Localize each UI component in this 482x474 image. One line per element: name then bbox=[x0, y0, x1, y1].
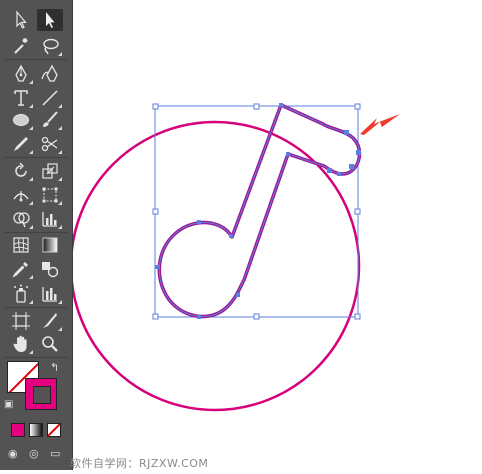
blend-tool[interactable] bbox=[37, 258, 63, 280]
magic-wand-tool[interactable] bbox=[8, 35, 34, 57]
scale-tool[interactable] bbox=[37, 160, 63, 182]
symbol-sprayer-tool[interactable] bbox=[8, 283, 34, 305]
hand-tool[interactable] bbox=[8, 333, 34, 355]
watermark-text: 软件自学网：RJZXW.COM bbox=[70, 457, 209, 470]
zoom-magnifier-icon bbox=[42, 336, 58, 352]
swap-fill-stroke-icon[interactable]: ↰ bbox=[50, 362, 59, 373]
artboard-icon bbox=[12, 312, 30, 330]
hand-icon bbox=[13, 335, 27, 352]
selection-arrow-icon bbox=[16, 10, 27, 29]
lasso-icon bbox=[43, 38, 59, 55]
music-note-path[interactable] bbox=[157, 103, 362, 319]
column-graph-icon bbox=[42, 287, 57, 302]
ellipse-tool[interactable] bbox=[8, 109, 34, 131]
artboard-tool[interactable] bbox=[8, 310, 34, 332]
direct-selection-arrow-icon bbox=[46, 12, 55, 28]
music-note-path-selection bbox=[158, 104, 360, 318]
paintbrush-icon bbox=[43, 111, 58, 127]
line-segment-tool[interactable] bbox=[37, 87, 63, 109]
selection-bounding-box bbox=[154, 105, 359, 318]
direct-selection-tool[interactable] bbox=[37, 9, 63, 31]
curvature-tool[interactable] bbox=[37, 63, 63, 85]
slice-tool[interactable] bbox=[37, 310, 63, 332]
line-segment-icon bbox=[42, 90, 58, 106]
scale-icon bbox=[42, 163, 58, 179]
type-tool[interactable] bbox=[8, 87, 34, 109]
shape-builder-icon bbox=[13, 212, 30, 228]
color-mode-button[interactable] bbox=[11, 423, 25, 437]
bounding-box-handles[interactable] bbox=[152, 103, 361, 320]
free-transform-tool[interactable] bbox=[37, 184, 63, 206]
mesh-tool[interactable] bbox=[8, 234, 34, 256]
column-graph-tool[interactable] bbox=[37, 283, 63, 305]
ellipse-icon bbox=[13, 114, 29, 126]
pencil-tool[interactable] bbox=[8, 133, 34, 155]
artwork-svg bbox=[69, 103, 400, 412]
lasso-tool[interactable] bbox=[37, 35, 63, 57]
pen-nib-icon bbox=[15, 64, 27, 82]
blend-icon bbox=[42, 262, 59, 278]
eyedropper-icon bbox=[12, 262, 28, 278]
paintbrush-tool[interactable] bbox=[37, 109, 63, 131]
symbol-sprayer-icon bbox=[14, 284, 28, 303]
type-t-icon bbox=[14, 90, 28, 106]
tools-panel: ↰ ▣ ◉ ◎ ▭ bbox=[0, 0, 73, 470]
gradient-tool[interactable] bbox=[37, 234, 63, 256]
gradient-icon bbox=[42, 237, 58, 253]
anchor-points[interactable] bbox=[155, 103, 361, 319]
scissors-icon bbox=[41, 136, 58, 152]
curvature-pen-icon bbox=[41, 64, 58, 82]
mesh-icon bbox=[13, 237, 29, 253]
eyedropper-tool[interactable] bbox=[8, 258, 34, 280]
rotate-tool[interactable] bbox=[8, 160, 34, 182]
width-tool[interactable] bbox=[8, 184, 34, 206]
selection-tool[interactable] bbox=[8, 9, 34, 31]
perspective-grid-icon bbox=[42, 212, 57, 227]
graph-tool[interactable] bbox=[37, 208, 63, 230]
pencil-icon bbox=[14, 137, 28, 151]
gradient-mode-button[interactable] bbox=[29, 423, 43, 437]
magic-wand-icon bbox=[14, 38, 28, 54]
shape-builder-tool[interactable] bbox=[8, 208, 34, 230]
red-pointer-arrow bbox=[360, 114, 400, 135]
scissors-tool[interactable] bbox=[37, 133, 63, 155]
none-mode-button[interactable] bbox=[47, 423, 61, 437]
pen-tool[interactable] bbox=[8, 63, 34, 85]
artboard-canvas[interactable] bbox=[69, 0, 482, 470]
width-icon bbox=[13, 191, 29, 202]
slice-knife-icon bbox=[43, 313, 57, 328]
zoom-tool[interactable] bbox=[37, 333, 63, 355]
free-transform-icon bbox=[42, 187, 58, 203]
rotate-icon bbox=[15, 162, 27, 177]
default-fill-stroke-icon[interactable]: ▣ bbox=[4, 400, 13, 410]
screen-mode-icon[interactable]: ▭ bbox=[50, 448, 60, 459]
draw-normal-icon[interactable]: ◉ bbox=[8, 448, 18, 459]
stroke-swatch[interactable] bbox=[25, 378, 57, 410]
draw-behind-icon[interactable]: ◎ bbox=[29, 448, 39, 459]
